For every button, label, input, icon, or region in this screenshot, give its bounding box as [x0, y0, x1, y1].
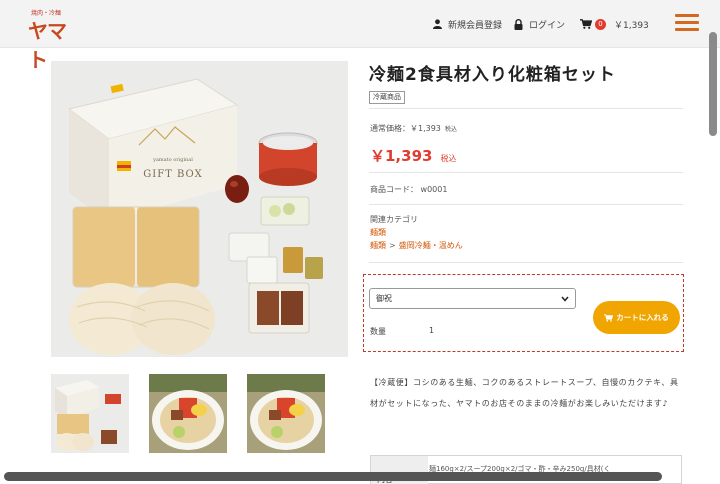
product-description: 【冷蔵便】コシのある生麺、コクのあるストレートスープ、自慢のカクテキ、具材がセッ…: [370, 378, 679, 408]
price-tax: 税込: [440, 154, 457, 163]
quantity-input[interactable]: 1: [429, 326, 434, 335]
thumbnail-3[interactable]: [247, 374, 325, 453]
cart-icon: [604, 313, 614, 322]
sale-price: ￥1,393 税込: [370, 145, 456, 166]
box-label-main: GIFT BOX: [143, 169, 202, 180]
category-link-1[interactable]: 麺類: [370, 227, 386, 238]
add-to-cart-label: カートに入れる: [616, 313, 669, 322]
product-photo: yamato original GIFT BOX: [51, 61, 348, 357]
user-icon: [433, 19, 442, 29]
horizontal-scrollbar[interactable]: [4, 472, 662, 481]
cart-count-badge: 0: [595, 18, 606, 30]
divider: [369, 172, 683, 173]
register-label: 新規会員登録: [448, 20, 503, 31]
quantity-label: 数量: [370, 327, 386, 336]
add-to-cart-button[interactable]: カートに入れる: [593, 301, 680, 334]
cart-icon: [580, 19, 592, 29]
price-value: ￥1,393: [370, 147, 433, 165]
site-header: 焼肉・冷麺 ヤマト 新規会員登録 ログイン 0 ￥1,393: [0, 0, 720, 72]
regular-price-label: 通常価格：￥1,393: [370, 124, 441, 133]
thumbnail-photo: [247, 374, 325, 453]
login-label: ログイン: [529, 20, 566, 31]
thumbnail-photo: [149, 374, 227, 453]
login-link[interactable]: ログイン: [514, 16, 565, 32]
menu-button[interactable]: [675, 14, 699, 32]
storage-tag: 冷蔵商品: [369, 91, 405, 104]
product-main-image[interactable]: yamato original GIFT BOX: [51, 61, 348, 357]
category-parent-link[interactable]: 麺類: [370, 241, 386, 250]
register-link[interactable]: 新規会員登録: [433, 16, 502, 32]
menu-bar: [675, 28, 699, 31]
option-selected-value: 御祝: [376, 294, 392, 303]
site-logo[interactable]: 焼肉・冷麺 ヤマト: [28, 8, 78, 72]
box-label-top: yamato original: [152, 157, 193, 163]
regular-price-tax: 税込: [444, 126, 457, 133]
menu-bar: [675, 21, 699, 24]
category-path-2: 麺類 > 盛岡冷麺・温めん: [370, 240, 463, 251]
vertical-scrollbar[interactable]: [709, 32, 717, 136]
menu-bar: [675, 14, 699, 17]
regular-price: 通常価格：￥1,393 税込: [370, 123, 457, 134]
category-label[interactable]: 麺類: [370, 228, 386, 237]
lock-icon: [514, 18, 523, 30]
cart-total: ￥1,393: [614, 20, 649, 31]
thumbnail-photo: [51, 374, 129, 453]
category-child-link[interactable]: 盛岡冷麺・温めん: [399, 241, 463, 250]
divider: [369, 204, 683, 205]
option-select[interactable]: 御祝: [369, 288, 576, 309]
cart-link[interactable]: 0 ￥1,393: [580, 16, 649, 32]
divider: [369, 262, 683, 263]
chevron-down-icon: [561, 296, 569, 302]
breadcrumb-separator: >: [389, 241, 396, 250]
product-title: 冷麺2食具材入り化粧箱セット: [369, 65, 616, 85]
thumbnail-2[interactable]: [149, 374, 227, 453]
divider: [369, 108, 683, 109]
thumbnail-1[interactable]: [51, 374, 129, 453]
product-code: 商品コード： w0001: [370, 185, 448, 194]
category-heading: 関連カテゴリ: [370, 215, 418, 224]
